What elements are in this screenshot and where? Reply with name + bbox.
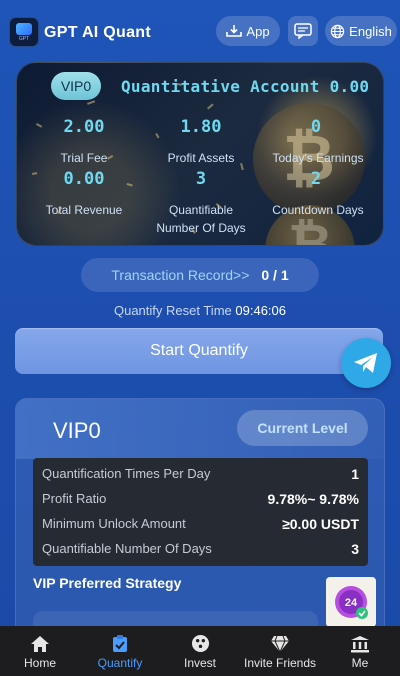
language-selector[interactable]: English [325,16,397,46]
info-value: 9.78%~ 9.78% [267,490,359,507]
language-label: English [349,23,392,39]
reset-time-value: 09:46:06 [235,303,286,318]
vip-info-table: Quantification Times Per Day 1 Profit Ra… [33,458,368,566]
nav-home[interactable]: Home [0,626,80,676]
quant-account-title: Quantitative Account 0.00 [121,77,370,96]
info-row: Minimum Unlock Amount ≥0.00 USDT [33,511,368,536]
telegram-icon [354,353,377,373]
vip-badge: VIP0 [51,72,101,100]
bank-icon [351,635,369,652]
transaction-record-link[interactable]: Transaction Record>> 0 / 1 [81,258,319,292]
info-value: 1 [351,465,359,482]
trial-fee-value: 2.00 [63,117,105,137]
nav-me-label: Me [351,655,369,670]
vip-strategy-title: VIP Preferred Strategy [33,575,182,591]
chat-icon [294,23,312,39]
invest-icon [191,634,209,653]
download-icon [226,25,243,37]
vip-level-title: VIP0 [53,418,101,443]
info-row: Profit Ratio 9.78%~ 9.78% [33,486,368,511]
vip-level-panel: VIP0 Current Level Quantification Times … [15,398,385,638]
24-hour-badge-icon[interactable]: 24 [326,577,376,627]
info-key: Minimum Unlock Amount [42,516,186,531]
quantify-reset-time: Quantify Reset Time 09:46:06 [0,303,400,318]
reset-time-label: Quantify Reset Time [113,303,232,318]
bottom-navigation: Home Quantify Invest Invite Friends Me [0,626,400,676]
transaction-record-label: Transaction Record>> [111,267,250,283]
transaction-count: 0 / 1 [261,267,289,283]
nav-invest-label: Invest [183,656,216,670]
todays-earnings-label: Today's Earnings [272,151,364,165]
24-hour-icon: 24 [335,586,368,619]
nav-home-label: Home [23,655,56,670]
countdown-days-label: Countdown Days [272,203,364,217]
quantifiable-days-value: 3 [195,169,207,189]
nav-invest[interactable]: Invest [160,626,240,676]
nav-invite-friends[interactable]: Invite Friends [240,626,320,676]
trial-fee-label: Trial Fee [60,151,108,165]
home-icon [31,635,49,652]
app-logo: GPT [9,17,39,47]
clipboard-icon [113,635,127,652]
info-value: 3 [351,540,359,557]
todays-earnings-value: 0 [310,117,322,137]
start-quantify-button[interactable]: Start Quantify [15,328,383,374]
svg-text:24: 24 [345,597,358,609]
nav-me[interactable]: Me [320,626,400,676]
download-app-button[interactable]: App [216,16,280,46]
info-key: Profit Ratio [42,491,107,506]
info-row: Quantification Times Per Day 1 [33,461,368,486]
quant-account-card: ₿ ₿ VIP0 Quantitative Account 0.00 2.00 … [16,62,384,246]
quantifiable-days-label: Quantifiable Number Of Days [156,203,246,235]
countdown-days-value: 2 [310,169,322,189]
info-value: ≥0.00 USDT [282,515,359,532]
globe-icon [330,24,345,38]
profit-assets-label: Profit Assets [167,151,235,165]
download-app-label: App [246,23,270,39]
telegram-button[interactable] [341,338,391,388]
info-row: Quantifiable Number Of Days 3 [33,536,368,561]
nav-quantify[interactable]: Quantify [80,626,160,676]
diamond-icon [271,635,289,653]
info-key: Quantification Times Per Day [42,466,211,481]
nav-quantify-label: Quantify [97,656,143,670]
total-revenue-label: Total Revenue [45,203,123,217]
messages-button[interactable] [288,16,318,46]
app-header: GPT GPT AI Quant App English [0,0,400,62]
total-revenue-value: 0.00 [63,169,105,189]
current-level-badge[interactable]: Current Level [237,410,368,446]
profit-assets-value: 1.80 [180,117,222,137]
brand-title: GPT AI Quant [44,24,152,41]
nav-invite-label: Invite Friends [243,655,317,670]
info-key: Quantifiable Number Of Days [42,541,212,556]
